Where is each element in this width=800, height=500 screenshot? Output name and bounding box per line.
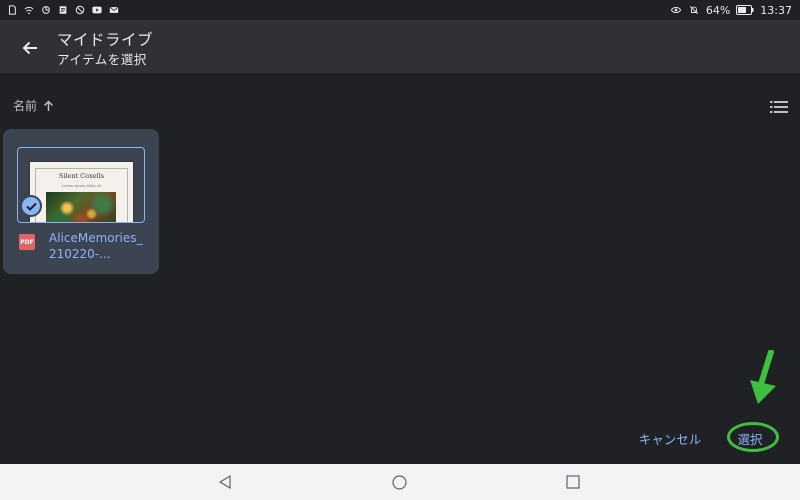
page-border: Silent Coxells Lorem ipsum dolor sit [35,168,128,222]
clock: 13:37 [760,3,792,17]
select-button[interactable]: 選択 [731,427,769,449]
file-name[interactable]: AliceMemories_210220-... [49,230,149,262]
thumbnail-subtitle: Lorem ipsum dolor sit [61,184,102,188]
navigation-bar [0,464,800,500]
mail-icon [109,6,119,13]
sort-by-name-button[interactable]: 名前 [13,97,54,114]
status-bar: 64% 13:37 [0,0,800,20]
list-view-icon [770,101,788,113]
youtube-icon [92,6,102,14]
battery-percent: 64% [705,3,731,17]
thumbnail-heading: Silent Coxells [58,172,105,180]
page-title: マイドライブ [57,31,154,49]
list-view-button[interactable] [770,99,788,113]
selected-check-icon [22,197,40,215]
wifi-icon [24,6,34,15]
arrow-back-icon [22,41,37,55]
eye-icon [670,7,681,13]
page-subtitle: アイテムを選択 [57,52,147,67]
app-bar: マイドライブ アイテムを選択 [0,20,800,73]
back-button[interactable] [16,34,44,62]
ring-icon [75,5,85,15]
nav-recents-icon[interactable] [566,475,580,489]
sync-icon [42,6,50,14]
pdf-file-icon: PDF [19,234,35,250]
bell-off-icon [689,5,698,15]
status-icons-right: 64% 13:37 [670,4,792,17]
sim-card-icon [9,5,16,15]
nav-home-icon[interactable] [392,475,407,490]
sort-label: 名前 [13,99,38,113]
thumbnail-illustration [46,192,116,222]
battery-icon [736,5,754,15]
arrow-up-icon [43,99,54,111]
screen: 64% 13:37 マイドライブ アイテムを選択 名前 Silent Coxel… [0,0,800,500]
pdf-page-preview: Silent Coxells Lorem ipsum dolor sit [30,162,133,222]
memo-icon [59,6,67,14]
annotation-arrow-icon [750,350,776,404]
cancel-button[interactable]: キャンセル [634,427,706,449]
nav-back-icon[interactable] [218,475,232,489]
status-icons-left [6,5,120,15]
